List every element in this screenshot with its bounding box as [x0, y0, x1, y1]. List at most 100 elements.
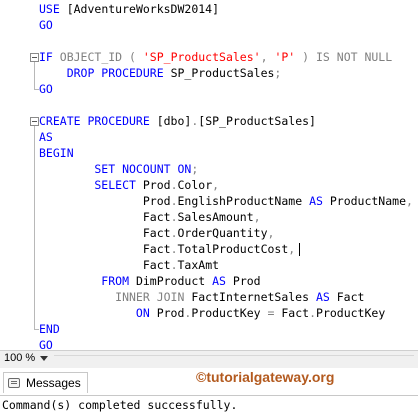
code-line[interactable]: IF OBJECT_ID ( 'SP_ProductSales', 'P' ) … [39, 49, 392, 65]
watermark-text: ©tutorialgateway.org [196, 369, 335, 385]
code-token: USE [39, 2, 67, 16]
code-token: = [267, 306, 282, 320]
code-token: AS [212, 274, 233, 288]
code-token: SET NOCOUNT ON [39, 162, 192, 176]
code-token: ON [39, 306, 157, 320]
code-token: OBJECT_ID [59, 50, 123, 64]
code-token: SELECT [39, 178, 143, 192]
outline-end-tick [34, 89, 39, 90]
code-token: Prod [142, 178, 171, 192]
zoom-level-dropdown[interactable]: 100 % [4, 352, 35, 364]
messages-icon [8, 378, 20, 388]
code-token: . [170, 178, 178, 192]
code-token: ) [295, 50, 316, 64]
code-token: ( [122, 50, 143, 64]
code-token: . [170, 258, 178, 272]
code-token: Fact [39, 242, 171, 256]
tab-messages[interactable]: Messages [3, 372, 88, 393]
code-token: 'P' [274, 50, 296, 64]
code-token: Fact [39, 226, 171, 240]
code-token: , [212, 178, 220, 192]
code-token: TotalProductCost [177, 242, 289, 256]
code-token: 'SP_ProductSales' [142, 50, 261, 64]
chevron-down-icon[interactable] [40, 356, 48, 361]
code-token: . [170, 210, 178, 224]
code-token: IS NOT NULL [316, 50, 393, 64]
code-line[interactable]: GO [39, 81, 53, 97]
code-token: [SP_ProductSales] [198, 114, 316, 128]
code-token: Fact [336, 290, 365, 304]
code-token: , [253, 210, 261, 224]
code-token: BEGIN [39, 146, 74, 160]
code-line[interactable]: SET NOCOUNT ON; [39, 161, 198, 177]
outline-guide [34, 126, 35, 329]
code-line[interactable]: USE [AdventureWorksDW2014] [39, 1, 219, 17]
code-token: ; [274, 66, 282, 80]
code-token: Color [177, 178, 213, 192]
result-message: Command(s) completed successfully. [2, 398, 238, 412]
code-token: GO [39, 82, 53, 96]
code-token: SP_ProductSales [170, 66, 275, 80]
code-token: , [260, 50, 275, 64]
code-token: . [309, 306, 317, 320]
code-token: TaxAmt [177, 258, 220, 272]
code-line[interactable]: INNER JOIN FactInternetSales AS Fact [39, 289, 364, 305]
code-token: Prod [156, 306, 185, 320]
code-token: ProductName [329, 194, 407, 208]
code-line[interactable]: Prod.EnglishProductName AS ProductName, [39, 193, 413, 209]
code-line[interactable]: Fact.TotalProductCost, [39, 241, 301, 257]
code-token: AS [309, 194, 330, 208]
tab-messages-label: Messages [26, 376, 81, 390]
query-editor[interactable]: USE [AdventureWorksDW2014] GO IF OBJECT_ID… [0, 0, 418, 350]
code-token: . [170, 194, 178, 208]
code-token: Fact [281, 306, 310, 320]
code-line[interactable]: GO [39, 337, 53, 350]
code-token: DimProduct [135, 274, 213, 288]
text-cursor [299, 243, 301, 256]
code-token: . [170, 226, 178, 240]
tab-divider [0, 395, 418, 396]
code-token: CREATE PROCEDURE [39, 114, 157, 128]
code-line[interactable]: BEGIN [39, 145, 74, 161]
code-token: [dbo] [156, 114, 192, 128]
code-line[interactable]: DROP PROCEDURE SP_ProductSales; [39, 65, 282, 81]
code-token: Prod [39, 194, 171, 208]
code-token: AS [39, 130, 53, 144]
code-line[interactable]: FROM DimProduct AS Prod [39, 273, 261, 289]
code-token: Fact [39, 210, 171, 224]
outline-guide [34, 62, 35, 89]
code-token: . [170, 242, 178, 256]
code-token: GO [39, 338, 53, 350]
collapse-icon[interactable] [30, 53, 39, 62]
results-pane: Messages ©tutorialgateway.org Command(s)… [0, 368, 418, 415]
code-line[interactable]: CREATE PROCEDURE [dbo].[SP_ProductSales] [39, 113, 316, 129]
code-line[interactable]: SELECT Prod.Color, [39, 177, 219, 193]
code-token: GO [39, 18, 53, 32]
code-line[interactable]: Fact.OrderQuantity, [39, 225, 275, 241]
code-token: SalesAmount [177, 210, 254, 224]
code-token: IF [39, 50, 60, 64]
code-token: AS [315, 290, 337, 304]
code-token: , [267, 226, 275, 240]
code-token: DROP PROCEDURE [39, 66, 171, 80]
code-token: ProductKey [316, 306, 386, 320]
code-line[interactable]: Fact.SalesAmount, [39, 209, 261, 225]
code-token: Fact [39, 258, 171, 272]
code-token: FactInternetSales [191, 290, 316, 304]
outline-end-tick [34, 329, 39, 330]
code-token: END [39, 322, 60, 336]
collapse-icon[interactable] [30, 117, 39, 126]
code-line[interactable]: END [39, 321, 60, 337]
code-line[interactable]: Fact.TaxAmt [39, 257, 219, 273]
code-token: INNER JOIN [39, 290, 192, 304]
code-token: Prod [232, 274, 261, 288]
editor-status-bar: 100 % [0, 350, 418, 368]
code-line[interactable]: AS [39, 129, 53, 145]
code-token: , [406, 194, 413, 208]
code-line[interactable]: ON Prod.ProductKey = Fact.ProductKey [39, 305, 385, 321]
horizontal-scrollbar[interactable] [54, 355, 414, 365]
code-token: [AdventureWorksDW2014] [66, 2, 220, 16]
code-line[interactable]: GO [39, 17, 53, 33]
code-token: ; [191, 162, 199, 176]
code-token: OrderQuantity [177, 226, 268, 240]
